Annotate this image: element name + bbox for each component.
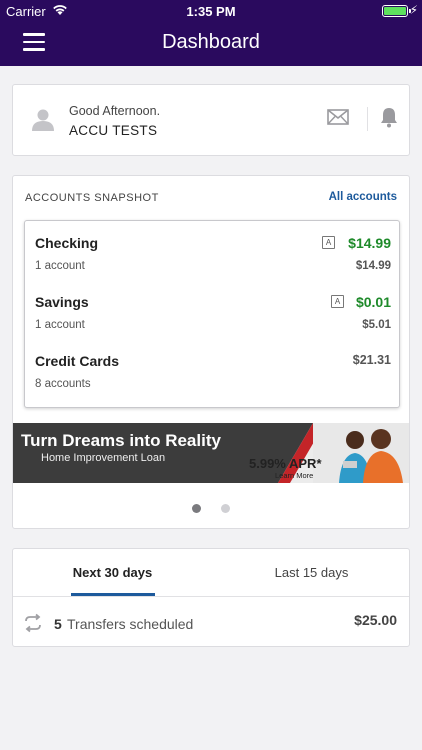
greeting-text: Good Afternoon. xyxy=(69,104,161,118)
banner-apr: 5.99% APR* xyxy=(249,456,322,471)
account-count: 8 accounts xyxy=(35,378,91,390)
account-balance: $21.31 xyxy=(352,353,391,367)
account-name: Credit Cards xyxy=(35,353,120,369)
transfer-label[interactable]: Transfers scheduled xyxy=(67,616,193,632)
avatar-icon xyxy=(32,109,54,131)
carousel-dot[interactable] xyxy=(192,504,201,513)
clock: 1:35 PM xyxy=(186,4,236,19)
battery-level xyxy=(384,7,406,15)
account-count: 1 account xyxy=(35,319,85,331)
available-badge-icon: A xyxy=(331,295,344,308)
account-sub-balance: $14.99 xyxy=(355,260,391,272)
transfer-count: 5 xyxy=(54,616,62,632)
transfer-icon xyxy=(25,613,41,633)
available-badge-icon: A xyxy=(322,236,335,249)
section-title: ACCOUNTS SNAPSHOT xyxy=(25,192,159,204)
account-balance: $0.01 xyxy=(355,294,391,310)
nav-bar: Carrier 1:35 PM ⚡ Dashboard xyxy=(0,0,422,66)
bell-icon[interactable] xyxy=(379,106,399,128)
account-count: 1 account xyxy=(35,260,85,272)
account-sub-balance: $5.01 xyxy=(362,319,391,331)
greeting-card: Good Afternoon. ACCU TESTS xyxy=(12,84,410,156)
all-accounts-link[interactable]: All accounts xyxy=(329,191,397,203)
user-name: ACCU TESTS xyxy=(69,123,158,138)
accounts-list: Checking 1 account A $14.99 $14.99 Savin… xyxy=(24,220,400,408)
tab-next-30-days[interactable]: Next 30 days xyxy=(13,549,212,597)
account-row-credit-cards[interactable]: Credit Cards 8 accounts $21.31 xyxy=(25,339,401,397)
account-row-checking[interactable]: Checking 1 account A $14.99 $14.99 xyxy=(25,221,401,279)
account-name: Checking xyxy=(35,235,99,251)
battery-icon xyxy=(382,5,411,17)
carousel-indicator xyxy=(13,500,409,518)
account-name: Savings xyxy=(35,294,89,310)
divider xyxy=(13,596,409,597)
promo-banner[interactable]: Turn Dreams into Reality Home Improvemen… xyxy=(13,423,409,483)
banner-headline: Turn Dreams into Reality xyxy=(21,431,221,450)
account-row-savings[interactable]: Savings 1 account A $0.01 $5.01 xyxy=(25,280,401,338)
mail-icon[interactable] xyxy=(327,109,349,125)
divider xyxy=(367,107,368,131)
status-bar: Carrier 1:35 PM ⚡ xyxy=(0,0,422,22)
accounts-snapshot-card: ACCOUNTS SNAPSHOT All accounts Checking … xyxy=(12,175,410,529)
page-title: Dashboard xyxy=(162,31,260,53)
couple-photo xyxy=(313,423,409,483)
banner-subline: Home Improvement Loan xyxy=(41,452,166,464)
carousel-dot[interactable] xyxy=(221,504,230,513)
transfer-amount: $25.00 xyxy=(354,612,397,628)
learn-more-link[interactable]: Learn More xyxy=(275,471,313,480)
transfers-card: Next 30 days Last 15 days 5 Transfers sc… xyxy=(12,548,410,647)
tab-last-15-days[interactable]: Last 15 days xyxy=(212,549,411,597)
account-balance: $14.99 xyxy=(348,235,391,251)
charging-icon: ⚡ xyxy=(409,3,418,17)
